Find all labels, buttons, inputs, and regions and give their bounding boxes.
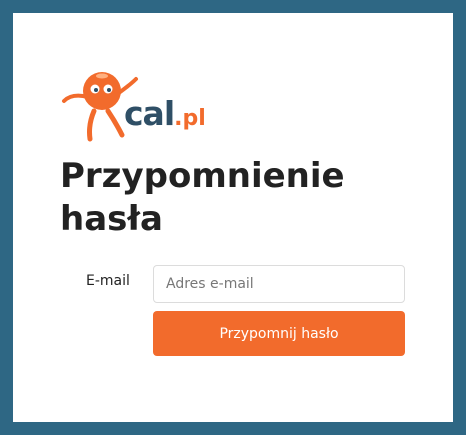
remind-password-button[interactable]: Przypomnij hasło (153, 311, 405, 356)
email-field[interactable] (153, 265, 405, 303)
email-label: E-mail (86, 273, 130, 289)
logo-tld: .pl (174, 106, 206, 131)
reset-card: cal.pl Przypomnienie hasła E-mail Przypo… (13, 13, 453, 422)
logo-wordmark: cal.pl (124, 97, 206, 130)
page-title: Przypomnienie hasła (60, 156, 345, 239)
site-logo[interactable]: cal.pl (60, 63, 230, 143)
logo-brand: cal (124, 94, 175, 133)
